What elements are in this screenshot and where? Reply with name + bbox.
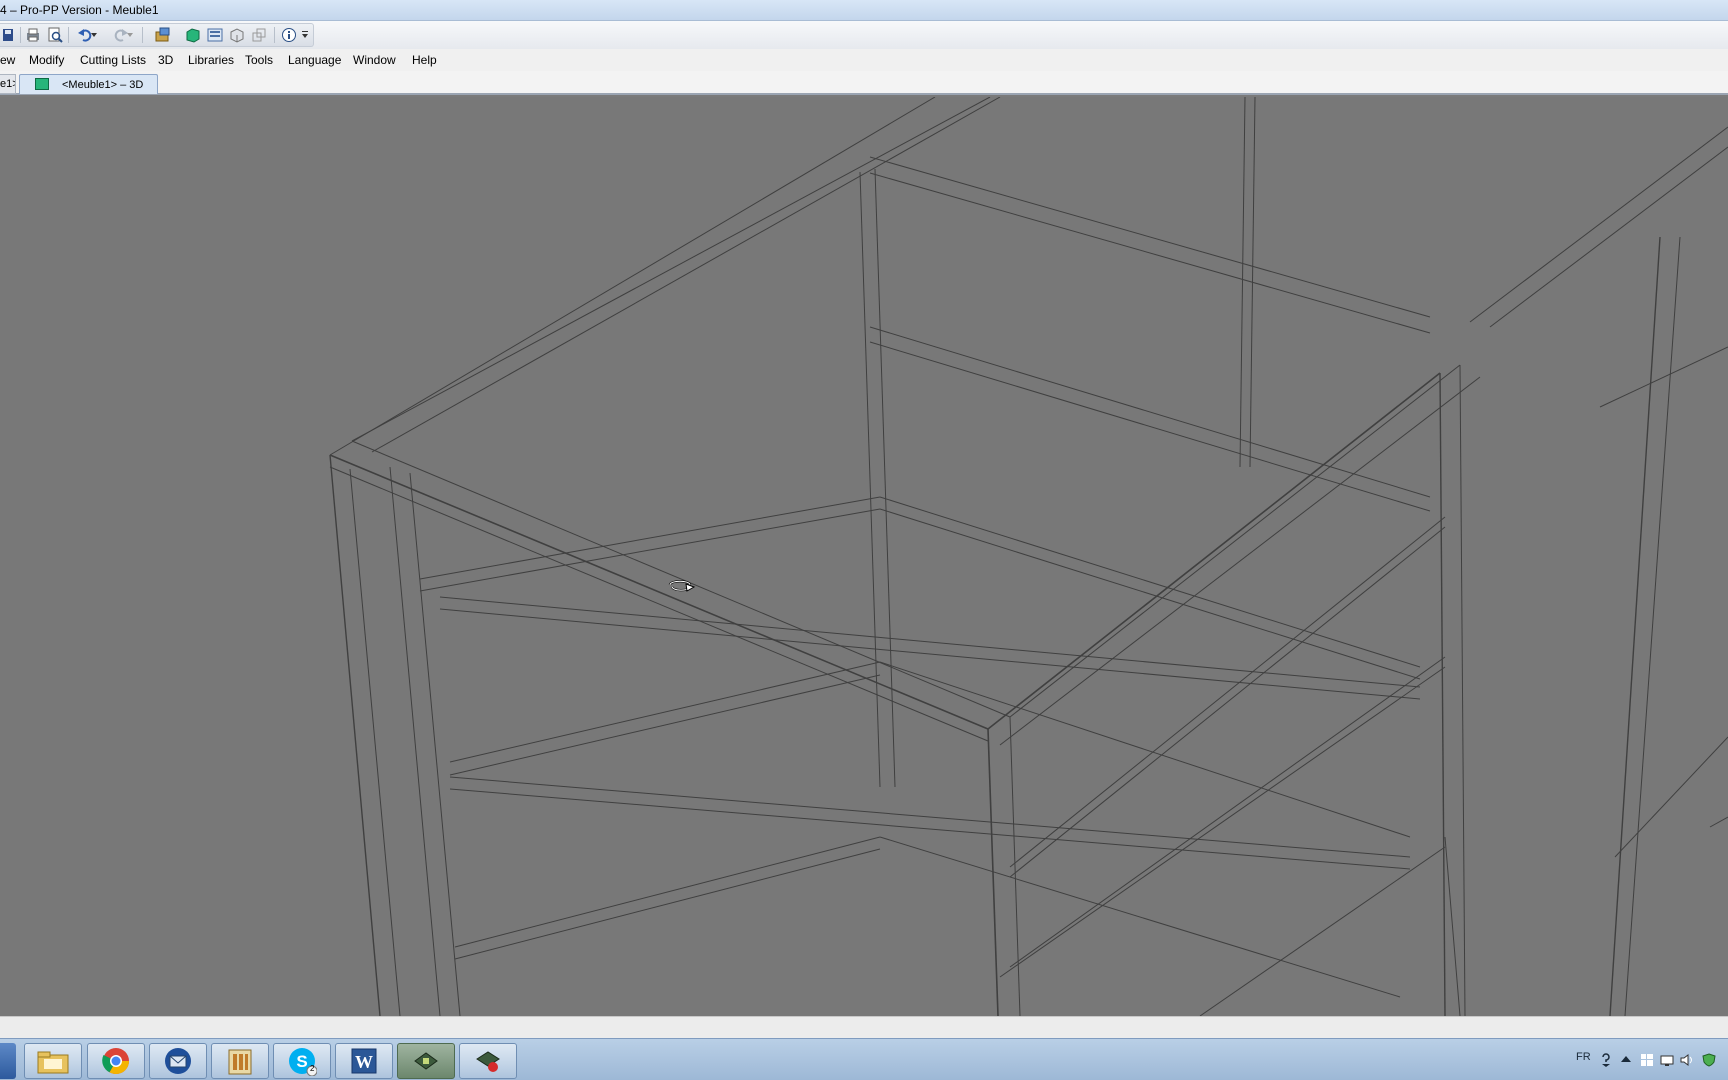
toolbar [0,21,1728,49]
toolbar-separator [142,27,143,43]
toolbar-overflow-icon[interactable] [300,26,310,44]
title-bar: 4 – Pro-PP Version - Meuble1 [0,0,1728,21]
chevron-up-icon[interactable] [1620,1053,1634,1067]
export-icon[interactable] [154,26,172,44]
taskbar-app-files[interactable] [211,1043,269,1079]
toolbar-separator [20,27,21,43]
cad-record-icon [476,1051,500,1072]
3d-viewport[interactable] [0,97,1728,1016]
toolbar-separator [274,27,275,43]
save-icon[interactable] [0,26,18,44]
language-indicator[interactable]: FR [1576,1051,1591,1063]
redo-dropdown-icon[interactable] [126,26,136,44]
tab-meuble1-plan[interactable]: e1> [0,74,16,94]
status-bar [0,1016,1728,1038]
menu-modify[interactable]: Modify [29,53,64,67]
system-tray: FR [1568,1039,1728,1080]
view-cut-icon[interactable] [250,26,268,44]
print-icon[interactable] [24,26,42,44]
application-window: 4 – Pro-PP Version - Meuble1 ew Modify C… [0,0,1728,1080]
menu-3d[interactable]: 3D [158,53,173,67]
toolbar-separator [68,27,69,43]
menu-tools[interactable]: Tools [245,53,273,67]
tab-meuble1-3d[interactable]: <Meuble1> – 3D [19,74,158,94]
menu-libraries[interactable]: Libraries [188,53,234,67]
menu-language[interactable]: Language [288,53,341,67]
tab-label: e1> [0,78,15,90]
windows-flag-icon[interactable] [1640,1053,1654,1067]
tab-label: <Meuble1> – 3D [62,79,144,91]
svg-text:W: W [355,1052,373,1072]
chrome-icon [102,1048,130,1075]
cabinet-wireframe [329,97,1728,1016]
cad-icon [414,1052,438,1070]
menu-help[interactable]: Help [412,53,437,67]
taskbar-app-thunderbird[interactable] [149,1043,207,1079]
window-title: 4 – Pro-PP Version - Meuble1 [0,3,159,17]
menu-bar: ew Modify Cutting Lists 3D Libraries Too… [0,49,1728,71]
undo-dropdown-icon[interactable] [90,26,100,44]
mail-icon [165,1048,191,1074]
menu-window[interactable]: Window [353,53,396,67]
network-icon[interactable] [1660,1053,1674,1067]
volume-icon[interactable] [1680,1053,1694,1067]
taskbar-app-pro-pp[interactable] [397,1043,455,1079]
view-3d-icon[interactable] [184,26,202,44]
tray-help-icon[interactable] [1600,1053,1614,1067]
security-shield-icon[interactable] [1702,1053,1716,1067]
print-preview-icon[interactable] [46,26,64,44]
menu-cutting-lists[interactable]: Cutting Lists [80,53,146,67]
taskbar-app-chrome[interactable] [87,1043,145,1079]
wireframe-drawing [329,97,1728,1016]
taskbar-app-pro-pp-2[interactable] [459,1043,517,1079]
cube-icon [35,78,49,90]
word-icon: W [351,1048,377,1074]
folder-icon [37,1051,69,1074]
taskbar-app-skype[interactable]: S 2 [273,1043,331,1079]
windows-taskbar: S 2 W FR [0,1038,1728,1080]
start-button[interactable] [0,1043,16,1079]
info-icon[interactable] [280,26,298,44]
skype-badge: 2 [310,1064,315,1073]
menu-view[interactable]: ew [0,53,15,67]
taskbar-app-explorer[interactable] [24,1043,82,1079]
archive-icon [228,1049,252,1075]
taskbar-app-word[interactable]: W [335,1043,393,1079]
svg-text:S: S [296,1052,307,1071]
document-tab-bar: e1> <Meuble1> – 3D [0,71,1728,95]
view-box-icon[interactable] [228,26,246,44]
view-list-icon[interactable] [206,26,224,44]
